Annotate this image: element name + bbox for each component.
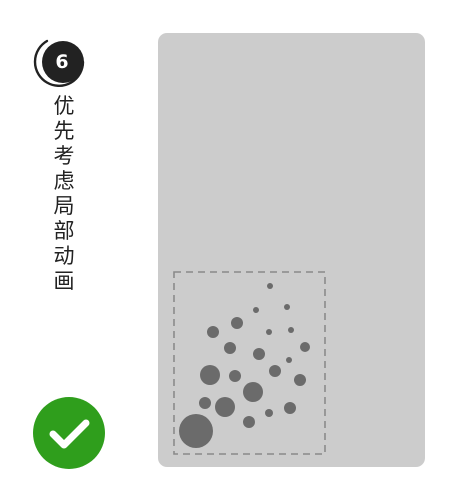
dot	[243, 382, 263, 402]
dot	[231, 317, 243, 329]
dot	[300, 342, 310, 352]
dot	[253, 348, 265, 360]
dot	[199, 397, 211, 409]
dot	[207, 326, 219, 338]
checkmark-icon	[33, 397, 105, 469]
step-number: 6	[55, 51, 69, 73]
dot	[286, 357, 292, 363]
dot	[265, 409, 273, 417]
dot	[267, 283, 273, 289]
dot	[179, 414, 213, 448]
screen-illustration	[173, 271, 326, 455]
title-char: 先	[53, 119, 75, 143]
dot	[284, 402, 296, 414]
title-char: 考	[53, 144, 75, 168]
dot	[215, 397, 235, 417]
title-char: 部	[53, 219, 75, 243]
dot	[224, 342, 236, 354]
dot	[294, 374, 306, 386]
screen-card	[158, 33, 425, 467]
dot	[288, 327, 294, 333]
particle-dots	[179, 283, 310, 448]
dot	[253, 307, 259, 313]
dot	[266, 329, 272, 335]
dot	[243, 416, 255, 428]
dot	[200, 365, 220, 385]
title-char: 局	[53, 194, 75, 218]
title-char: 虑	[53, 169, 75, 193]
dot	[284, 304, 290, 310]
step-title: 优 先 考 虑 局 部 动 画	[49, 94, 79, 294]
dot	[229, 370, 241, 382]
dot	[269, 365, 281, 377]
title-char: 优	[53, 94, 75, 118]
title-char: 动	[53, 244, 75, 268]
title-char: 画	[53, 269, 75, 293]
